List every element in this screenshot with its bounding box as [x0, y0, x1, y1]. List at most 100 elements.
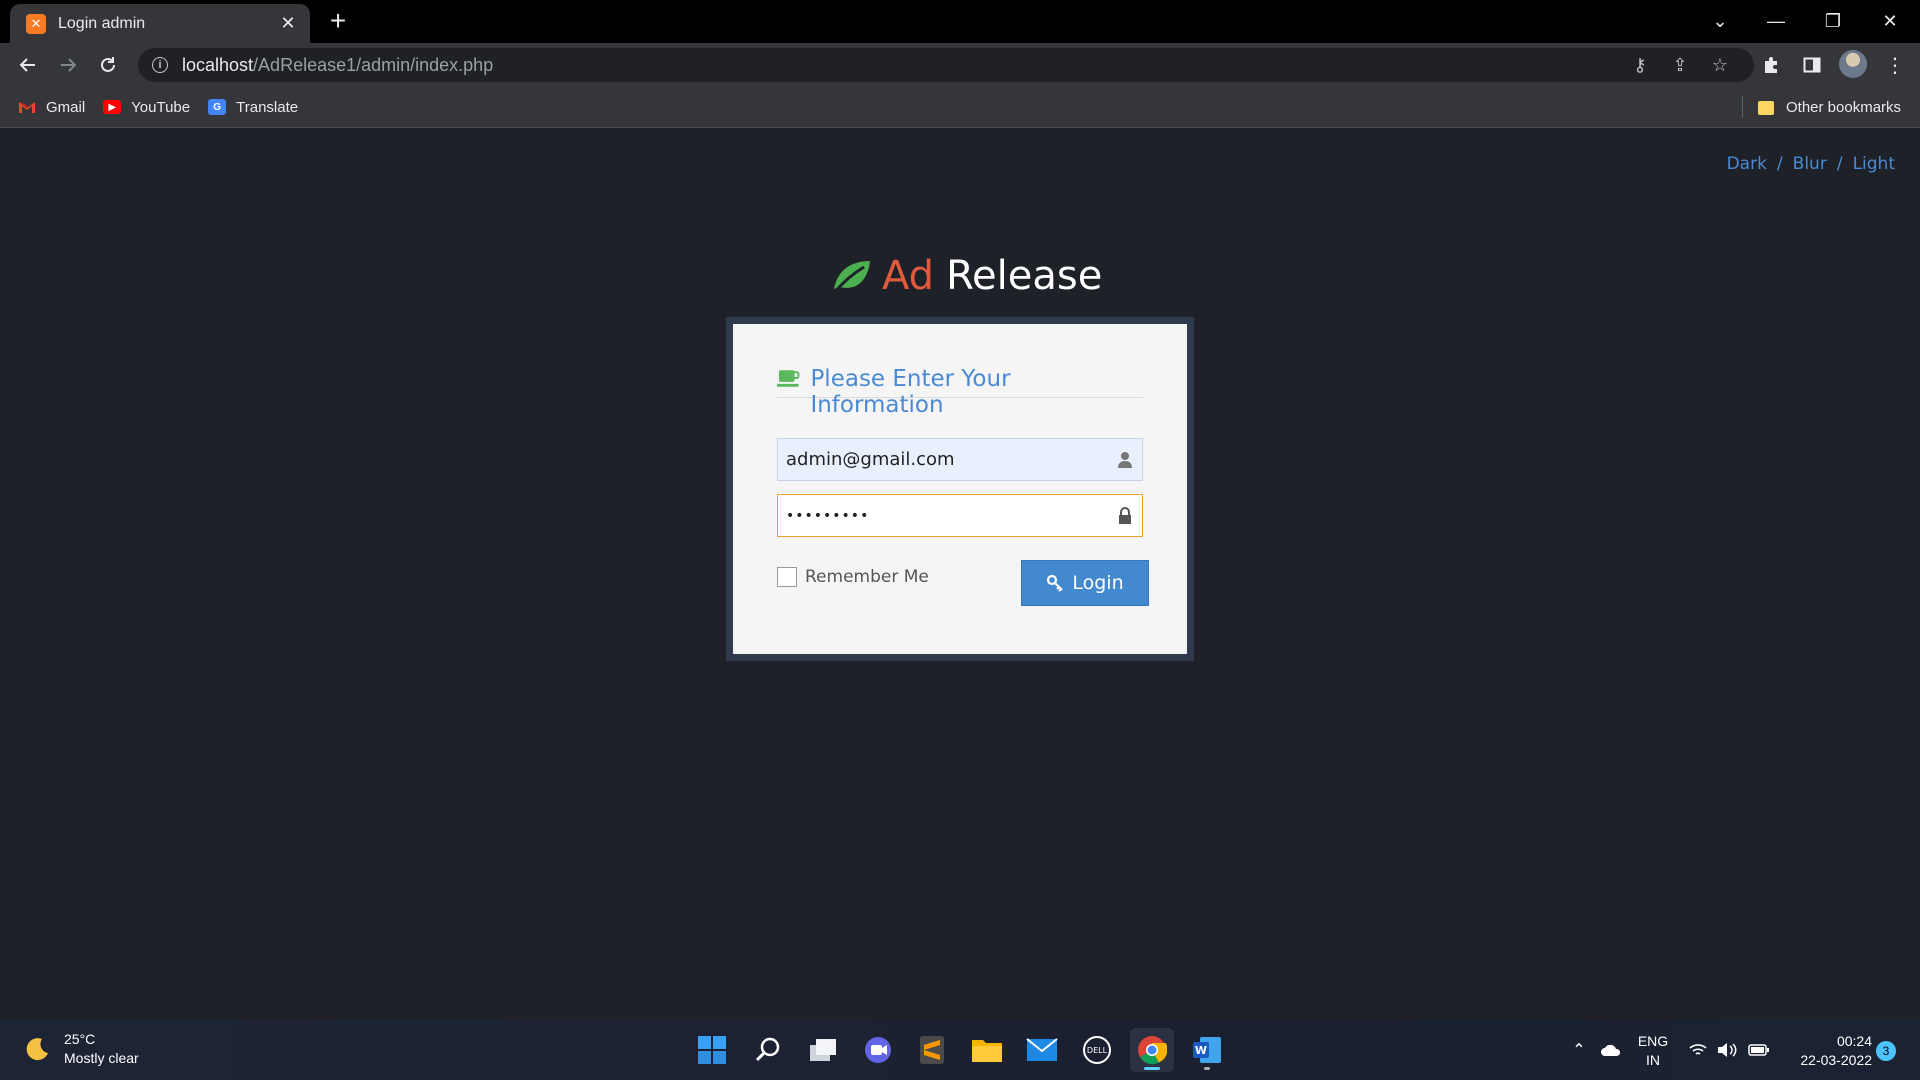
- start-button[interactable]: [690, 1028, 734, 1072]
- reload-icon: [101, 57, 115, 72]
- sublime-text-button[interactable]: [910, 1028, 954, 1072]
- password-field[interactable]: •••••••••: [777, 494, 1143, 537]
- bookmarks-bar: Gmail ▶ YouTube G Translate Other bookma…: [0, 87, 1920, 128]
- other-bookmarks[interactable]: Other bookmarks: [1758, 87, 1901, 128]
- brand-ad: Ad: [882, 253, 935, 299]
- login-heading: Please Enter Your Information: [810, 366, 1011, 418]
- file-explorer-button[interactable]: [965, 1028, 1009, 1072]
- address-bar[interactable]: i localhost/AdRelease1/admin/index.php ⚷…: [138, 48, 1754, 82]
- lock-icon: [1119, 506, 1131, 524]
- weather-desc: Mostly clear: [64, 1050, 139, 1066]
- gmail-icon: [19, 102, 35, 113]
- wifi-icon[interactable]: [1686, 1020, 1710, 1080]
- bookmark-translate[interactable]: G Translate: [208, 99, 298, 116]
- clock-date: 22-03-2022: [1800, 1052, 1872, 1068]
- onedrive-cloud-icon[interactable]: [1598, 1020, 1624, 1080]
- browser-tab-active[interactable]: ✕ Login admin ✕: [10, 4, 310, 43]
- volume-icon[interactable]: [1714, 1020, 1740, 1080]
- taskbar-search-button[interactable]: [746, 1028, 790, 1072]
- back-arrow-icon: [19, 58, 35, 72]
- moon-icon: [26, 1038, 48, 1061]
- xampp-favicon-icon: ✕: [26, 13, 46, 34]
- folder-explorer-icon: [972, 1040, 1002, 1062]
- url-text[interactable]: localhost/AdRelease1/admin/index.php: [182, 55, 1620, 76]
- task-view-button[interactable]: [801, 1028, 845, 1072]
- chrome-button[interactable]: [1130, 1028, 1174, 1072]
- browser-menu-icon[interactable]: ⋮: [1880, 51, 1910, 79]
- sublime-text-icon: [920, 1036, 944, 1064]
- key-icon: [1047, 574, 1064, 592]
- translate-icon: G: [208, 99, 227, 115]
- site-info-icon[interactable]: i: [152, 57, 168, 73]
- theme-light-link[interactable]: Light: [1853, 154, 1895, 174]
- theme-switcher: Dark / Blur / Light: [1726, 154, 1895, 174]
- tab-close-icon[interactable]: ✕: [278, 13, 298, 34]
- remember-checkbox[interactable]: [777, 567, 797, 587]
- brand-logo: Ad Release: [830, 250, 1102, 302]
- search-icon: [755, 1037, 780, 1062]
- login-header: Please Enter Your Information: [777, 366, 1143, 418]
- login-button[interactable]: Login: [1021, 560, 1149, 606]
- weather-temp: 25°C: [64, 1031, 96, 1047]
- forward-button[interactable]: [52, 49, 84, 81]
- word-icon: W: [1193, 1037, 1221, 1063]
- minimize-button[interactable]: —: [1748, 0, 1804, 43]
- bookmarks-separator: [1742, 96, 1743, 118]
- svg-text:W: W: [1195, 1044, 1207, 1057]
- clock[interactable]: 00:24 22-03-2022: [1782, 1032, 1872, 1070]
- teams-chat-button[interactable]: [856, 1028, 900, 1072]
- teams-chat-icon: [865, 1037, 891, 1063]
- password-key-icon[interactable]: ⚷: [1620, 55, 1660, 76]
- back-button[interactable]: [12, 49, 44, 81]
- word-button[interactable]: W: [1185, 1028, 1229, 1072]
- browser-titlebar: ✕ Login admin ✕ + ⌄ — ❐ ✕: [0, 0, 1920, 43]
- dell-logo-icon: DELL: [1083, 1036, 1111, 1064]
- clock-time: 00:24: [1836, 1033, 1872, 1049]
- notification-badge[interactable]: 3: [1876, 1041, 1896, 1061]
- show-hidden-icons[interactable]: ⌃: [1568, 1020, 1590, 1080]
- task-view-icon: [810, 1039, 836, 1061]
- active-app-indicator: [1144, 1067, 1160, 1070]
- restore-button[interactable]: ❐: [1805, 0, 1861, 43]
- side-panel-icon[interactable]: [1797, 51, 1827, 79]
- youtube-icon: ▶: [103, 100, 122, 114]
- bookmark-star-icon[interactable]: ☆: [1700, 55, 1740, 76]
- running-app-indicator: [1204, 1067, 1210, 1070]
- windows-taskbar: 25°C Mostly clear DELL W ⌃ ENG IN 00:24 …: [0, 1020, 1920, 1080]
- user-icon: [1118, 451, 1132, 468]
- tab-title: Login admin: [58, 14, 146, 32]
- remember-label: Remember Me: [805, 567, 929, 587]
- reload-button[interactable]: [92, 49, 124, 81]
- chrome-icon: [1138, 1036, 1167, 1065]
- email-value[interactable]: admin@gmail.com: [786, 449, 1116, 470]
- battery-icon[interactable]: [1745, 1020, 1773, 1080]
- new-tab-button[interactable]: +: [322, 6, 354, 38]
- forward-arrow-icon: [61, 58, 77, 72]
- dell-button[interactable]: DELL: [1075, 1028, 1119, 1072]
- theme-blur-link[interactable]: Blur: [1793, 154, 1827, 174]
- weather-widget[interactable]: 25°C Mostly clear: [24, 1030, 139, 1068]
- folder-icon: [1758, 100, 1774, 115]
- remember-me[interactable]: Remember Me: [777, 567, 929, 587]
- language-indicator[interactable]: ENG IN: [1636, 1032, 1670, 1070]
- browser-toolbar: i localhost/AdRelease1/admin/index.php ⚷…: [0, 43, 1920, 87]
- bookmark-youtube[interactable]: ▶ YouTube: [103, 99, 190, 116]
- login-panel: Please Enter Your Information admin@gmai…: [726, 317, 1194, 661]
- share-icon[interactable]: ⇪: [1660, 55, 1700, 76]
- close-window-button[interactable]: ✕: [1862, 0, 1918, 43]
- mail-icon: [1026, 1038, 1058, 1061]
- password-value[interactable]: •••••••••: [786, 508, 1116, 524]
- leaf-icon: [832, 261, 870, 294]
- coffee-cup-icon: [777, 370, 800, 387]
- tab-search-icon[interactable]: ⌄: [1692, 0, 1748, 43]
- page-content: Dark / Blur / Light Ad Release Please Enter …: [0, 128, 1920, 1020]
- extensions-puzzle-icon[interactable]: [1757, 51, 1787, 79]
- theme-dark-link[interactable]: Dark: [1727, 154, 1767, 174]
- email-field[interactable]: admin@gmail.com: [777, 438, 1143, 481]
- windows-logo-icon: [698, 1036, 726, 1064]
- svg-text:DELL: DELL: [1087, 1046, 1108, 1055]
- mail-button[interactable]: [1020, 1028, 1064, 1072]
- profile-avatar[interactable]: [1839, 50, 1867, 78]
- brand-release: Release: [946, 253, 1103, 299]
- bookmark-gmail[interactable]: Gmail: [18, 99, 85, 116]
